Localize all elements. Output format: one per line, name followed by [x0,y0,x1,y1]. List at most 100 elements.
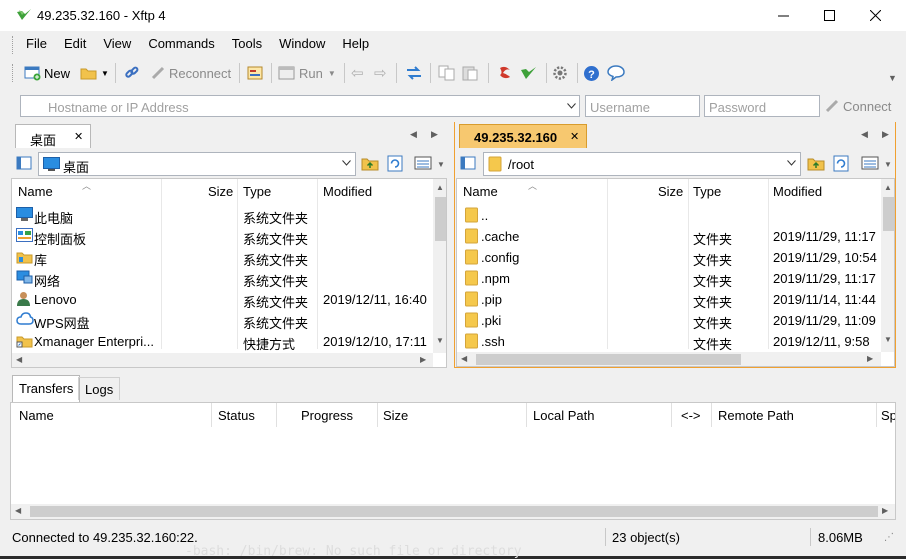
local-vertical-scrollbar[interactable]: ▲ ▼ [433,179,446,353]
xshell-button[interactable] [497,63,513,83]
scroll-up-icon[interactable]: ▲ [884,183,892,192]
transfer-col-status[interactable]: Status [218,408,255,423]
file-row[interactable]: .pki 文件夹 2019/11/29, 11:09 [457,310,894,331]
menu-edit[interactable]: Edit [56,33,95,55]
dropdown-arrow-icon[interactable]: ▼ [884,160,892,169]
paste-button[interactable] [462,63,478,83]
remote-vertical-scrollbar[interactable]: ▲ ▼ [881,179,894,352]
file-row[interactable]: .config 文件夹 2019/11/29, 10:54 [457,247,894,268]
column-header-name[interactable]: Name [18,179,53,203]
resize-grip-icon[interactable]: ⋰ [884,532,894,543]
file-row[interactable]: WPS网盘 系统文件夹 [12,310,446,331]
scroll-up-icon[interactable]: ▲ [436,183,444,192]
reconnect-button[interactable]: Reconnect [150,63,231,83]
local-view-icon[interactable] [16,155,32,171]
scroll-right-icon[interactable]: ▶ [420,355,426,364]
remote-horizontal-scrollbar[interactable]: ◀ ▶ [457,352,881,366]
view-mode-icon[interactable] [414,155,432,171]
transfer-col-remote-path[interactable]: Remote Path [718,408,794,423]
connect-link-button[interactable] [124,63,140,83]
tab-logs[interactable]: Logs [78,377,121,400]
scroll-thumb[interactable] [883,197,894,231]
scroll-left-icon[interactable]: ◀ [461,354,467,363]
new-session-button[interactable]: New [24,63,70,83]
file-row[interactable]: .pip 文件夹 2019/11/14, 11:44 [457,289,894,310]
minimize-button[interactable] [760,0,806,31]
tab-close-icon[interactable]: ✕ [570,130,579,143]
file-row[interactable]: Xmanager Enterpri... 快捷方式 2019/12/10, 17:1… [12,331,446,352]
scroll-thumb[interactable] [435,197,446,241]
scroll-left-icon[interactable]: ◀ [16,355,22,364]
copy-button[interactable] [438,63,456,83]
menu-help[interactable]: Help [334,33,378,55]
transfer-col-local-path[interactable]: Local Path [533,408,594,423]
column-header-type[interactable]: Type [243,179,271,203]
transfer-horizontal-scrollbar[interactable]: ◀ ▶ [11,504,895,519]
transfer-col-progress[interactable]: Progress [301,408,353,423]
view-mode-icon[interactable] [861,155,879,171]
local-path-field[interactable]: 桌面 [38,152,356,176]
column-header-type[interactable]: Type [693,179,721,203]
menu-file[interactable]: File [18,33,56,55]
file-row[interactable]: 此电脑 系统文件夹 [12,205,446,226]
host-input[interactable]: Hostname or IP Address [20,95,580,117]
remote-path-field[interactable]: /root [483,152,801,176]
connect-button[interactable]: Connect [825,96,891,116]
username-input[interactable]: Username [585,95,700,117]
scroll-left-icon[interactable]: ◀ [15,506,21,515]
tab-scroll-right-icon[interactable]: ▶ [431,129,438,140]
file-row[interactable]: 网络 系统文件夹 [12,268,446,289]
sync-button[interactable] [405,63,423,83]
password-input[interactable]: Password [704,95,820,117]
host-dropdown-button[interactable] [563,96,579,116]
column-header-modified[interactable]: Modified [323,179,372,203]
menu-tools[interactable]: Tools [224,33,271,55]
open-button[interactable]: ▼ [80,63,109,83]
toolbar-overflow-icon[interactable]: ▼ [888,73,897,83]
maximize-button[interactable] [806,0,852,31]
tab-scroll-left-icon[interactable]: ◀ [410,129,417,140]
column-header-size[interactable]: Size [658,179,683,203]
tab-transfers[interactable]: Transfers [12,375,81,402]
file-row[interactable]: .npm 文件夹 2019/11/29, 11:17 [457,268,894,289]
scroll-thumb[interactable] [30,506,878,517]
transfer-col-name[interactable]: Name [19,408,54,423]
tab-close-icon[interactable]: ✕ [74,130,83,143]
menu-commands[interactable]: Commands [140,33,223,55]
local-tab[interactable]: 桌面 ✕ [15,124,91,148]
file-row[interactable]: .cache 文件夹 2019/11/29, 11:17 [457,226,894,247]
column-header-name[interactable]: Name [463,179,498,203]
options-button[interactable] [552,63,568,83]
scroll-down-icon[interactable]: ▼ [436,336,444,345]
chevron-down-icon[interactable] [342,160,351,166]
scroll-right-icon[interactable]: ▶ [867,354,873,363]
file-row[interactable]: Lenovo 系统文件夹 2019/12/11, 16:40 [12,289,446,310]
column-header-size[interactable]: Size [208,179,233,203]
file-row[interactable]: .. [457,205,894,226]
menu-view[interactable]: View [95,33,140,55]
forward-button[interactable]: ⇨ [374,63,387,83]
refresh-icon[interactable] [833,155,849,172]
scroll-down-icon[interactable]: ▼ [884,335,892,344]
run-button[interactable]: Run ▼ [278,63,336,83]
dropdown-arrow-icon[interactable]: ▼ [437,160,445,169]
tab-scroll-left-icon[interactable]: ◀ [861,129,868,140]
properties-button[interactable] [247,63,263,83]
tab-scroll-right-icon[interactable]: ▶ [882,129,889,140]
back-button[interactable]: ⇦ [351,63,364,83]
parent-folder-icon[interactable] [361,155,379,171]
remote-tab[interactable]: 49.235.32.160 ✕ [459,124,587,148]
scroll-right-icon[interactable]: ▶ [882,506,888,515]
close-button[interactable] [852,0,898,31]
transfer-col-direction[interactable]: <-> [681,408,701,423]
parent-folder-icon[interactable] [807,155,825,171]
transfer-col-speed[interactable]: Sp [881,408,895,423]
chat-button[interactable] [607,63,625,83]
remote-view-icon[interactable] [460,155,476,171]
local-horizontal-scrollbar[interactable]: ◀ ▶ [12,353,433,367]
transfer-col-size[interactable]: Size [383,408,408,423]
file-row[interactable]: .ssh 文件夹 2019/12/11, 9:58 [457,331,894,352]
help-button[interactable]: ? [583,63,600,83]
scroll-thumb[interactable] [476,354,741,365]
column-header-modified[interactable]: Modified [773,179,822,203]
